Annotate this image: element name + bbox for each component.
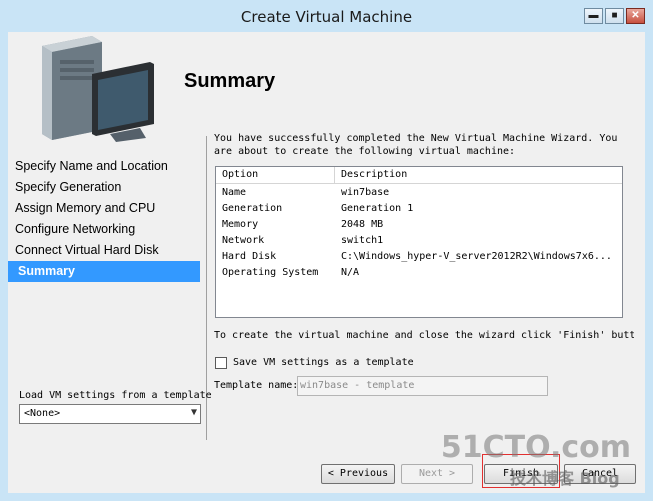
intro-line-1: You have successfully completed the New … <box>214 133 618 144</box>
list-header: Option Description <box>216 167 622 184</box>
nav-item-name-location[interactable]: Specify Name and Location <box>8 156 200 177</box>
row-option: Memory <box>222 219 259 230</box>
row-description: Generation 1 <box>341 203 414 214</box>
wizard-steps-nav: Specify Name and Location Specify Genera… <box>8 156 200 282</box>
maximize-icon: ■ <box>611 10 618 21</box>
watermark-text: 技术博客 Blog <box>510 469 620 488</box>
load-template-label: Load VM settings from a template <box>19 390 212 401</box>
previous-button[interactable]: < Previous <box>321 464 395 484</box>
server-icon <box>42 36 154 142</box>
wizard-client-area: Summary Specify Name and Location Specif… <box>8 32 645 493</box>
close-icon: ✕ <box>631 10 640 21</box>
intro-line-2: are about to create the following virtua… <box>214 145 516 157</box>
row-option: Operating System <box>222 267 319 278</box>
list-row: Memory 2048 MB <box>216 217 622 233</box>
row-description: win7base <box>341 187 390 198</box>
nav-item-memory-cpu[interactable]: Assign Memory and CPU <box>8 198 200 219</box>
maximize-button[interactable]: ■ <box>605 8 624 24</box>
row-option: Network <box>222 235 265 246</box>
list-row: Network switch1 <box>216 233 622 249</box>
nav-item-summary[interactable]: Summary <box>8 261 200 282</box>
next-button[interactable]: Next > <box>401 464 473 484</box>
list-row: Operating System N/A <box>216 265 622 281</box>
title-bar: Create Virtual Machine ▬ ■ ✕ <box>0 0 653 32</box>
minimize-button[interactable]: ▬ <box>584 8 603 24</box>
save-template-label[interactable]: Save VM settings as a template <box>233 357 414 368</box>
load-template-value: <None> <box>24 408 61 419</box>
summary-list-view[interactable]: Option Description Name win7base Generat… <box>215 166 623 318</box>
watermark-logo: 51CTO.com <box>440 430 631 465</box>
list-row: Hard Disk C:\Windows_hyper-V_server2012R… <box>216 249 622 265</box>
chevron-down-icon: ▼ <box>190 407 197 418</box>
window-title: Create Virtual Machine <box>240 8 413 26</box>
nav-item-networking[interactable]: Configure Networking <box>8 219 200 240</box>
summary-intro: You have successfully completed the New … <box>214 133 634 158</box>
row-description: switch1 <box>341 235 384 246</box>
save-template-checkbox[interactable] <box>215 357 227 369</box>
page-title: Summary <box>184 70 276 92</box>
nav-item-hard-disk[interactable]: Connect Virtual Hard Disk <box>8 240 200 261</box>
finish-instructions: To create the virtual machine and close … <box>214 330 634 341</box>
template-name-field[interactable]: win7base - template <box>297 376 548 396</box>
create-vm-window: Create Virtual Machine ▬ ■ ✕ Summary Spe… <box>0 0 653 501</box>
column-header-option[interactable]: Option <box>216 167 335 183</box>
column-header-description[interactable]: Description <box>335 167 622 183</box>
list-row: Name win7base <box>216 185 622 201</box>
row-option: Name <box>222 187 247 198</box>
row-description: N/A <box>341 267 360 278</box>
template-name-label: Template name: <box>214 380 299 391</box>
row-option: Hard Disk <box>222 251 277 262</box>
row-description: 2048 MB <box>341 219 384 230</box>
close-button[interactable]: ✕ <box>626 8 645 24</box>
list-row: Generation Generation 1 <box>216 201 622 217</box>
load-template-select[interactable]: <None> ▼ <box>19 404 201 424</box>
minimize-icon: ▬ <box>588 10 599 21</box>
row-description: C:\Windows_hyper-V_server2012R2\Windows7… <box>341 251 612 262</box>
nav-item-generation[interactable]: Specify Generation <box>8 177 200 198</box>
row-option: Generation <box>222 203 283 214</box>
